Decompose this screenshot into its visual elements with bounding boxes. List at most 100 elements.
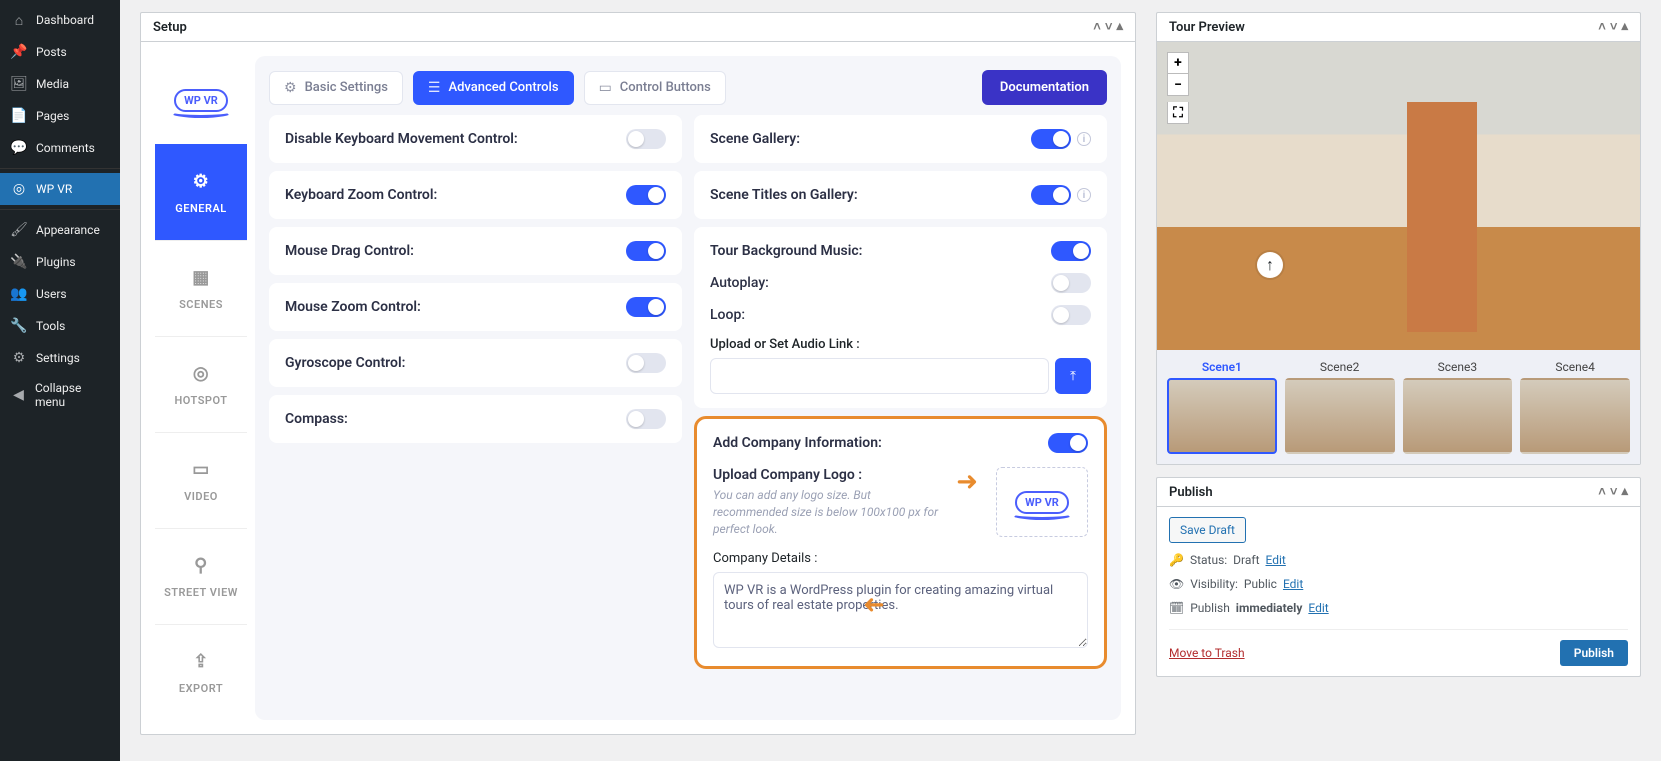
vtab-general[interactable]: ⚙GENERAL [155, 144, 247, 240]
wp-menu-appearance[interactable]: 🖌Appearance [0, 214, 120, 246]
setup-title: Setup [153, 20, 187, 35]
company-info-card: Add Company Information:Upload Company L… [694, 416, 1107, 669]
export-icon: ⇪ [193, 651, 209, 672]
publish-panel: Publish ˄ ˅ ▴ Save Draft 🔑 Status: Draft… [1156, 477, 1641, 677]
fullscreen-button[interactable]: ⛶ [1167, 102, 1189, 124]
scene-thumb-2[interactable]: Scene2 [1285, 360, 1395, 454]
tab-icon: ⚙ [284, 80, 297, 96]
top-tab-advanced-controls[interactable]: ☰Advanced Controls [413, 71, 574, 105]
tour-preview-title: Tour Preview [1169, 20, 1245, 35]
loop-toggle[interactable] [1051, 305, 1091, 325]
vtab-export[interactable]: ⇪EXPORT [155, 624, 247, 720]
vtab-hotspot[interactable]: ◎HOTSPOT [155, 336, 247, 432]
wp-menu-pages[interactable]: 📄Pages [0, 100, 120, 132]
scene-thumb-4[interactable]: Scene4 [1520, 360, 1630, 454]
chevron-up-icon[interactable]: ˄ [1598, 19, 1606, 35]
documentation-button[interactable]: Documentation [982, 70, 1107, 105]
menu-icon: 🖼 [10, 75, 28, 93]
setting-scene-gallery: Scene Gallery:i [694, 115, 1107, 163]
wpvr-logo: WP VR [155, 56, 247, 144]
menu-icon: 🖌 [10, 221, 28, 239]
top-tab-control-buttons[interactable]: ▭Control Buttons [584, 71, 726, 105]
hotspot-marker[interactable]: ↑ [1257, 252, 1283, 278]
setting-disable-keyboard-movement-control: Disable Keyboard Movement Control: [269, 115, 682, 163]
setting-gyroscope-control: Gyroscope Control: [269, 339, 682, 387]
scenes-icon: ▦ [192, 267, 210, 288]
scene-thumb-1[interactable]: Scene1 [1167, 360, 1277, 454]
edit-visibility-link[interactable]: Edit [1283, 577, 1303, 591]
bg-music-toggle[interactable] [1051, 241, 1091, 261]
autoplay-toggle[interactable] [1051, 273, 1091, 293]
vtab-scenes[interactable]: ▦SCENES [155, 240, 247, 336]
Scene Gallery:-toggle[interactable] [1031, 129, 1071, 149]
top-tab-basic-settings[interactable]: ⚙Basic Settings [269, 71, 403, 105]
menu-icon: ⚙ [10, 349, 28, 367]
Disable Keyboard Movement Control:-toggle[interactable] [626, 129, 666, 149]
company-logo-dropzone[interactable]: WP VR [996, 467, 1088, 537]
background-music-card: Tour Background Music:Autoplay:Loop:Uplo… [694, 227, 1107, 408]
vtab-video[interactable]: ▭VIDEO [155, 432, 247, 528]
edit-status-link[interactable]: Edit [1266, 553, 1286, 567]
general-icon: ⚙ [193, 171, 210, 192]
wp-menu-plugins[interactable]: 🔌Plugins [0, 246, 120, 278]
setting-mouse-zoom-control: Mouse Zoom Control: [269, 283, 682, 331]
move-to-trash-link[interactable]: Move to Trash [1169, 646, 1245, 660]
menu-icon: ⌂ [10, 11, 28, 29]
company-info-toggle[interactable] [1048, 433, 1088, 453]
wp-menu-collapse-menu[interactable]: ◀Collapse menu [0, 374, 120, 416]
upload-audio-button[interactable]: ⤒ [1055, 358, 1091, 394]
Mouse Zoom Control:-toggle[interactable] [626, 297, 666, 317]
wp-menu-comments[interactable]: 💬Comments [0, 132, 120, 164]
video-icon: ▭ [192, 459, 210, 480]
setting-keyboard-zoom-control: Keyboard Zoom Control: [269, 171, 682, 219]
triangle-toggle-icon[interactable]: ▴ [1621, 19, 1628, 35]
info-icon[interactable]: i [1077, 132, 1091, 146]
setting-scene-titles-on-gallery: Scene Titles on Gallery:i [694, 171, 1107, 219]
edit-schedule-link[interactable]: Edit [1308, 601, 1328, 615]
menu-icon: 🔧 [10, 317, 28, 335]
zoom-in-button[interactable]: + [1167, 52, 1189, 74]
tour-preview-panel: Tour Preview ˄ ˅ ▴ + − ⛶ ↑ Scene1 [1156, 12, 1641, 465]
visibility-row: 👁 Visibility: Public Edit [1169, 577, 1628, 591]
schedule-row: 🗓 Publish immediately Edit [1169, 601, 1628, 615]
Keyboard Zoom Control:-toggle[interactable] [626, 185, 666, 205]
status-row: 🔑 Status: Draft Edit [1169, 553, 1628, 567]
scene-thumb-3[interactable]: Scene3 [1403, 360, 1513, 454]
chevron-up-icon[interactable]: ˄ [1093, 19, 1101, 35]
company-details-textarea[interactable]: WP VR is a WordPress plugin for creating… [713, 572, 1088, 648]
triangle-toggle-icon[interactable]: ▴ [1116, 19, 1123, 35]
wp-menu-posts[interactable]: 📌Posts [0, 36, 120, 68]
wp-admin-sidebar: ⌂Dashboard📌Posts🖼Media📄Pages💬Comments ◎WP… [0, 0, 120, 761]
info-icon[interactable]: i [1077, 188, 1091, 202]
menu-icon: 📌 [10, 43, 28, 61]
chevron-down-icon[interactable]: ˅ [1610, 484, 1618, 500]
Scene Titles on Gallery:-toggle[interactable] [1031, 185, 1071, 205]
key-icon: 🔑 [1169, 553, 1184, 567]
chevron-up-icon[interactable]: ˄ [1598, 484, 1606, 500]
arrow-left-icon: ➜ [863, 590, 885, 620]
setting-compass: Compass: [269, 395, 682, 443]
publish-title: Publish [1169, 485, 1213, 500]
publish-button[interactable]: Publish [1560, 640, 1628, 666]
wp-menu-dashboard[interactable]: ⌂Dashboard [0, 4, 120, 36]
menu-icon: ◎ [10, 180, 28, 198]
wp-menu-tools[interactable]: 🔧Tools [0, 310, 120, 342]
chevron-down-icon[interactable]: ˅ [1610, 19, 1618, 35]
Mouse Drag Control:-toggle[interactable] [626, 241, 666, 261]
triangle-toggle-icon[interactable]: ▴ [1621, 484, 1628, 500]
menu-icon: ◀ [10, 386, 27, 404]
wp-menu-media[interactable]: 🖼Media [0, 68, 120, 100]
Gyroscope Control:-toggle[interactable] [626, 353, 666, 373]
wp-menu-users[interactable]: 👥Users [0, 278, 120, 310]
wp-menu-wp-vr[interactable]: ◎WP VR [0, 173, 120, 205]
menu-icon: 👥 [10, 285, 28, 303]
chevron-down-icon[interactable]: ˅ [1105, 19, 1113, 35]
tour-viewport[interactable]: + − ⛶ ↑ [1157, 42, 1640, 350]
Compass:-toggle[interactable] [626, 409, 666, 429]
calendar-icon: 🗓 [1169, 601, 1184, 615]
zoom-out-button[interactable]: − [1167, 74, 1189, 96]
wp-menu-settings[interactable]: ⚙Settings [0, 342, 120, 374]
vtab-street-view[interactable]: ⚲STREET VIEW [155, 528, 247, 624]
audio-link-input[interactable] [710, 358, 1049, 394]
save-draft-button[interactable]: Save Draft [1169, 517, 1246, 543]
